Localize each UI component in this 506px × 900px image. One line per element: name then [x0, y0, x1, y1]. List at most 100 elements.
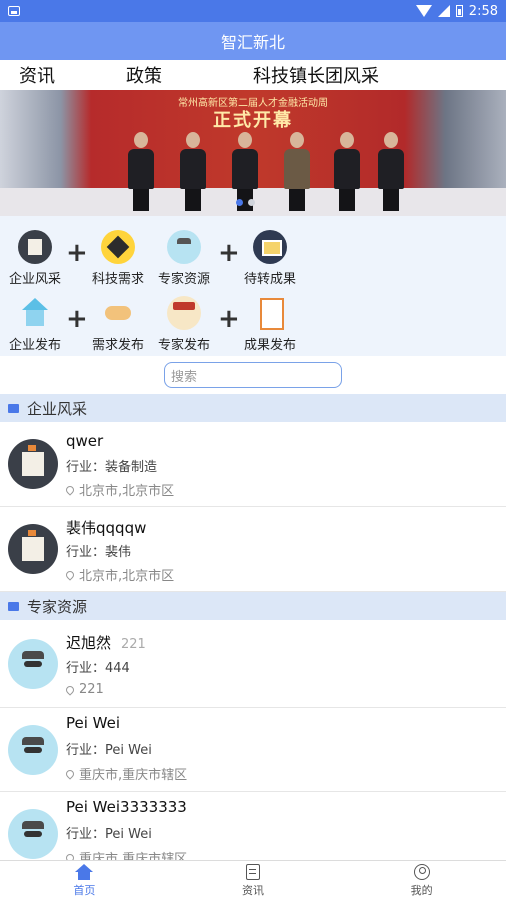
section-title: 专家资源 [27, 597, 88, 616]
clock: 2:58 [468, 3, 498, 19]
grid-label: 企业发布 [8, 338, 61, 353]
section-header-enterprise: 企业风采 [0, 394, 506, 422]
item-industry: 行业：Pei Wei [66, 827, 152, 842]
expert-icon [167, 230, 201, 264]
banner-person [378, 132, 404, 212]
banner-carousel[interactable]: 常州高新区第二届人才金融活动周 正式开幕 [0, 90, 506, 216]
location-pin-icon [64, 683, 76, 696]
grid-enterprise-publish[interactable]: 企业发布 [0, 296, 70, 353]
expert-avatar-icon [8, 725, 58, 775]
item-extra: 221 [121, 637, 146, 652]
item-name: qwer [66, 432, 104, 450]
grid-label: 企业风采 [8, 272, 61, 287]
item-industry: 行业：444 [66, 661, 130, 676]
castle-icon [18, 230, 52, 264]
banner-person [284, 132, 310, 212]
user-icon [413, 863, 430, 880]
item-industry: 行业：Pei Wei [66, 743, 152, 758]
wifi-icon [415, 5, 432, 17]
grid-label: 成果发布 [243, 338, 296, 353]
item-location: 重庆市,重庆市辖区 [64, 764, 188, 783]
tab-news[interactable]: 资讯 [169, 861, 338, 900]
nav-mayor-team[interactable]: 科技镇长团风采 [253, 62, 379, 88]
item-location: 221 [64, 682, 104, 697]
list-item[interactable]: 裴伟qqqqw 行业：裴伟 北京市,北京市区 [0, 507, 506, 592]
grid-tech-demand[interactable]: 科技需求 [83, 230, 153, 287]
search-placeholder: 搜索 [171, 369, 198, 385]
item-location-text: 北京市,北京市区 [79, 484, 175, 499]
status-bar: 2:58 [0, 0, 506, 22]
tab-label: 资讯 [242, 883, 264, 897]
tab-me[interactable]: 我的 [337, 861, 506, 900]
carousel-dot[interactable] [236, 199, 243, 206]
grid-label: 需求发布 [91, 338, 144, 353]
carousel-dot[interactable] [248, 199, 255, 206]
status-indicators: 2:58 [415, 3, 498, 19]
item-location: 北京市,北京市区 [64, 565, 175, 584]
grid-expert-resources[interactable]: 专家资源 [149, 230, 219, 287]
section-header-experts: 专家资源 [0, 592, 506, 620]
list-item[interactable]: Pei Wei 行业：Pei Wei 重庆市,重庆市辖区 [0, 708, 506, 792]
list-item[interactable]: 迟旭然 221 行业：444 221 [0, 620, 506, 708]
expert-avatar-icon [8, 639, 58, 689]
expert-tag-icon [8, 601, 19, 611]
grid-label: 专家发布 [157, 338, 210, 353]
shake-hands-icon [101, 296, 135, 330]
expert-avatar-icon [8, 809, 58, 859]
document-icon [253, 296, 287, 330]
location-pin-icon [64, 483, 76, 496]
grid-expert-publish[interactable]: 专家发布 [149, 296, 219, 353]
home-icon [75, 863, 94, 880]
bottom-tab-bar: 首页 资讯 我的 [0, 860, 506, 900]
result-icon [253, 230, 287, 264]
building-icon [8, 403, 19, 413]
tab-label: 我的 [410, 883, 433, 897]
grid-label: 专家资源 [157, 272, 210, 287]
nav-policy[interactable]: 政策 [126, 62, 162, 88]
item-name: 裴伟qqqqw [66, 519, 147, 537]
battery-icon [455, 5, 463, 17]
castle-avatar-icon [8, 439, 58, 489]
item-industry: 行业：裴伟 [66, 545, 132, 560]
carousel-dots [236, 199, 255, 206]
grid-label: 待转成果 [243, 272, 296, 287]
item-location-text: 221 [79, 682, 104, 697]
grid-result-publish[interactable]: 成果发布 [235, 296, 305, 353]
app-title: 智汇新北 [220, 33, 285, 52]
nav-news[interactable]: 资讯 [19, 62, 55, 88]
section-title: 企业风采 [27, 399, 88, 418]
graduate-icon [167, 296, 201, 330]
notification-icon [8, 6, 20, 16]
item-name: Pei Wei [66, 714, 121, 732]
house-icon [18, 296, 52, 330]
banner-person [128, 132, 154, 212]
app-screen: 2:58 智汇新北 资讯 政策 科技镇长团风采 常州高新区第二届人才金融活动周 … [0, 0, 506, 900]
banner-person [180, 132, 206, 212]
item-location-text: 北京市,北京市区 [79, 569, 175, 584]
item-industry: 行业：装备制造 [66, 460, 158, 475]
tab-home[interactable]: 首页 [0, 861, 169, 900]
castle-avatar-icon [8, 524, 58, 574]
search-row: 搜索 [0, 356, 506, 394]
banner-headline: 正式开幕 [213, 110, 293, 131]
item-location-text: 重庆市,重庆市辖区 [79, 768, 188, 783]
top-nav: 资讯 政策 科技镇长团风采 [0, 60, 506, 90]
item-name: Pei Wei3333333 [66, 798, 187, 816]
location-pin-icon [64, 767, 76, 780]
grid-demand-publish[interactable]: 需求发布 [83, 296, 153, 353]
handshake-icon [101, 230, 135, 264]
item-name-text: 迟旭然 [66, 634, 112, 652]
item-location: 北京市,北京市区 [64, 480, 175, 499]
location-pin-icon [64, 568, 76, 581]
signal-icon [437, 5, 450, 17]
news-icon [246, 863, 260, 880]
list-item[interactable]: qwer 行业：装备制造 北京市,北京市区 [0, 422, 506, 507]
feature-grid: 企业风采 + 科技需求 专家资源 + 待转成果 企业发布 + 需求发布 专家发布 [0, 216, 506, 356]
tab-label: 首页 [73, 883, 96, 897]
grid-label: 科技需求 [91, 272, 144, 287]
app-title-bar: 智汇新北 [0, 22, 506, 60]
search-input[interactable]: 搜索 [164, 362, 342, 388]
grid-pending-results[interactable]: 待转成果 [235, 230, 305, 287]
grid-enterprise-showcase[interactable]: 企业风采 [0, 230, 70, 287]
item-name: 迟旭然 221 [66, 632, 146, 653]
